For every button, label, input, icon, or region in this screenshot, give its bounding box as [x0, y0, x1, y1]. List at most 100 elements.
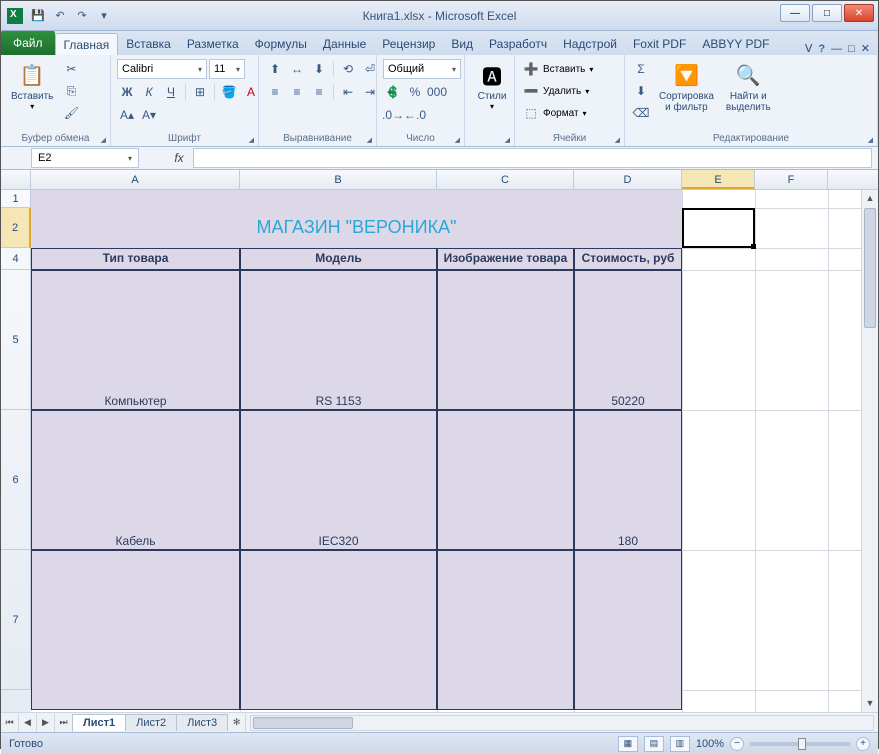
save-button[interactable]: 💾: [29, 7, 47, 25]
tab-abbyy[interactable]: ABBYY PDF: [694, 33, 777, 55]
font-name-combo[interactable]: Calibri▾: [117, 59, 207, 79]
file-tab[interactable]: Файл: [1, 31, 55, 55]
sheet-tab-3[interactable]: Лист3: [176, 714, 228, 731]
minimize-ribbon-icon[interactable]: ᐯ: [805, 42, 813, 55]
zoom-knob[interactable]: [798, 738, 806, 750]
view-pagebreak-button[interactable]: ▥: [670, 736, 690, 752]
zoom-in-button[interactable]: +: [856, 737, 870, 751]
zoom-slider[interactable]: [750, 742, 850, 746]
sheet-tab-1[interactable]: Лист1: [72, 714, 126, 731]
doc-close-icon[interactable]: ✕: [861, 42, 870, 55]
border-button[interactable]: ⊞: [190, 82, 210, 102]
cell-B5[interactable]: RS 1153: [240, 270, 437, 410]
decrease-indent-button[interactable]: ⇤: [338, 82, 358, 102]
cell-A5[interactable]: Компьютер: [31, 270, 240, 410]
cell-D5[interactable]: 50220: [574, 270, 682, 410]
help-icon[interactable]: ?: [818, 43, 825, 55]
cut-button[interactable]: ✂: [61, 59, 81, 79]
decrease-decimal-button[interactable]: ←.0: [405, 105, 425, 125]
font-size-combo[interactable]: 11▾: [209, 59, 245, 79]
maximize-button[interactable]: □: [812, 4, 842, 22]
cell-B6[interactable]: IEC320: [240, 410, 437, 550]
align-middle-button[interactable]: ↔: [287, 59, 307, 79]
clear-button[interactable]: ⌫: [631, 103, 651, 123]
shrink-font-button[interactable]: A▾: [139, 105, 159, 125]
italic-button[interactable]: К: [139, 82, 159, 102]
col-D[interactable]: D: [574, 170, 682, 189]
tab-layout[interactable]: Разметка: [179, 33, 247, 55]
align-bottom-button[interactable]: ⬇: [309, 59, 329, 79]
col-A[interactable]: A: [31, 170, 240, 189]
tab-data[interactable]: Данные: [315, 33, 374, 55]
col-F[interactable]: F: [755, 170, 828, 189]
row-2[interactable]: 2: [1, 208, 31, 248]
tab-addins[interactable]: Надстрой: [555, 33, 625, 55]
tab-insert[interactable]: Вставка: [118, 33, 179, 55]
format-cells-button[interactable]: ⬚Формат▾: [521, 103, 587, 123]
cell-D6[interactable]: 180: [574, 410, 682, 550]
selected-cell[interactable]: [682, 208, 755, 248]
tab-view[interactable]: Вид: [443, 33, 481, 55]
view-normal-button[interactable]: ▦: [618, 736, 638, 752]
doc-minimize-icon[interactable]: —: [831, 43, 842, 55]
tab-review[interactable]: Рецензир: [374, 33, 443, 55]
horizontal-scrollbar[interactable]: [250, 715, 874, 731]
qat-customize[interactable]: ▾: [95, 7, 113, 25]
align-right-button[interactable]: ≡: [309, 82, 329, 102]
select-all-corner[interactable]: [1, 170, 31, 189]
sort-filter-button[interactable]: 🔽 Сортировка и фильтр: [655, 59, 718, 115]
name-box[interactable]: E2▾: [31, 148, 139, 168]
align-center-button[interactable]: ≡: [287, 82, 307, 102]
bold-button[interactable]: Ж: [117, 82, 137, 102]
scroll-up-icon[interactable]: ▲: [862, 190, 878, 207]
styles-button[interactable]: 🅰 Стили ▾: [471, 59, 513, 113]
sheet-nav-first[interactable]: ⏮: [1, 714, 19, 732]
fill-button[interactable]: ⬇: [631, 81, 651, 101]
header-model[interactable]: Модель: [240, 248, 437, 270]
vertical-scrollbar[interactable]: ▲ ▼: [861, 190, 878, 712]
redo-button[interactable]: ↷: [73, 7, 91, 25]
percent-button[interactable]: %: [405, 82, 425, 102]
new-sheet-button[interactable]: ✻: [228, 714, 246, 732]
row-1[interactable]: 1: [1, 190, 31, 208]
delete-cells-button[interactable]: ➖Удалить▾: [521, 81, 589, 101]
copy-button[interactable]: ⎘: [61, 81, 81, 101]
header-price[interactable]: Стоимость, руб: [574, 248, 682, 270]
fx-button[interactable]: fx: [167, 148, 191, 168]
hscroll-thumb[interactable]: [253, 717, 353, 729]
row-7[interactable]: 7: [1, 550, 31, 690]
sheet-nav-last[interactable]: ⏭: [55, 714, 73, 732]
align-left-button[interactable]: ≡: [265, 82, 285, 102]
formula-input[interactable]: [193, 148, 872, 168]
view-layout-button[interactable]: ▤: [644, 736, 664, 752]
underline-button[interactable]: Ч: [161, 82, 181, 102]
row-4[interactable]: 4: [1, 248, 31, 270]
cells-area[interactable]: МАГАЗИН "ВЕРОНИКА" Тип товара Модель Изо…: [31, 190, 878, 712]
close-button[interactable]: ✕: [844, 4, 874, 22]
col-B[interactable]: B: [240, 170, 437, 189]
sheet-tab-2[interactable]: Лист2: [125, 714, 177, 731]
currency-button[interactable]: 💲: [383, 82, 403, 102]
paste-button[interactable]: 📋 Вставить ▾: [7, 59, 57, 113]
number-format-combo[interactable]: Общий▾: [383, 59, 461, 79]
font-color-button[interactable]: A: [241, 82, 261, 102]
align-top-button[interactable]: ⬆: [265, 59, 285, 79]
grow-font-button[interactable]: A▴: [117, 105, 137, 125]
sheet-nav-next[interactable]: ▶: [37, 714, 55, 732]
tab-developer[interactable]: Разработч: [481, 33, 555, 55]
scroll-thumb[interactable]: [864, 208, 876, 328]
cell-title[interactable]: МАГАЗИН "ВЕРОНИКА": [31, 208, 682, 248]
autosum-button[interactable]: Σ: [631, 59, 651, 79]
insert-cells-button[interactable]: ➕Вставить▾: [521, 59, 593, 79]
tab-foxit[interactable]: Foxit PDF: [625, 33, 694, 55]
increase-decimal-button[interactable]: .0→: [383, 105, 403, 125]
col-C[interactable]: C: [437, 170, 574, 189]
tab-home[interactable]: Главная: [55, 33, 119, 55]
zoom-out-button[interactable]: −: [730, 737, 744, 751]
undo-button[interactable]: ↶: [51, 7, 69, 25]
header-image[interactable]: Изображение товара: [437, 248, 574, 270]
cell-A6[interactable]: Кабель: [31, 410, 240, 550]
format-painter-button[interactable]: 🖌: [61, 103, 81, 123]
header-type[interactable]: Тип товара: [31, 248, 240, 270]
tab-formulas[interactable]: Формулы: [247, 33, 315, 55]
